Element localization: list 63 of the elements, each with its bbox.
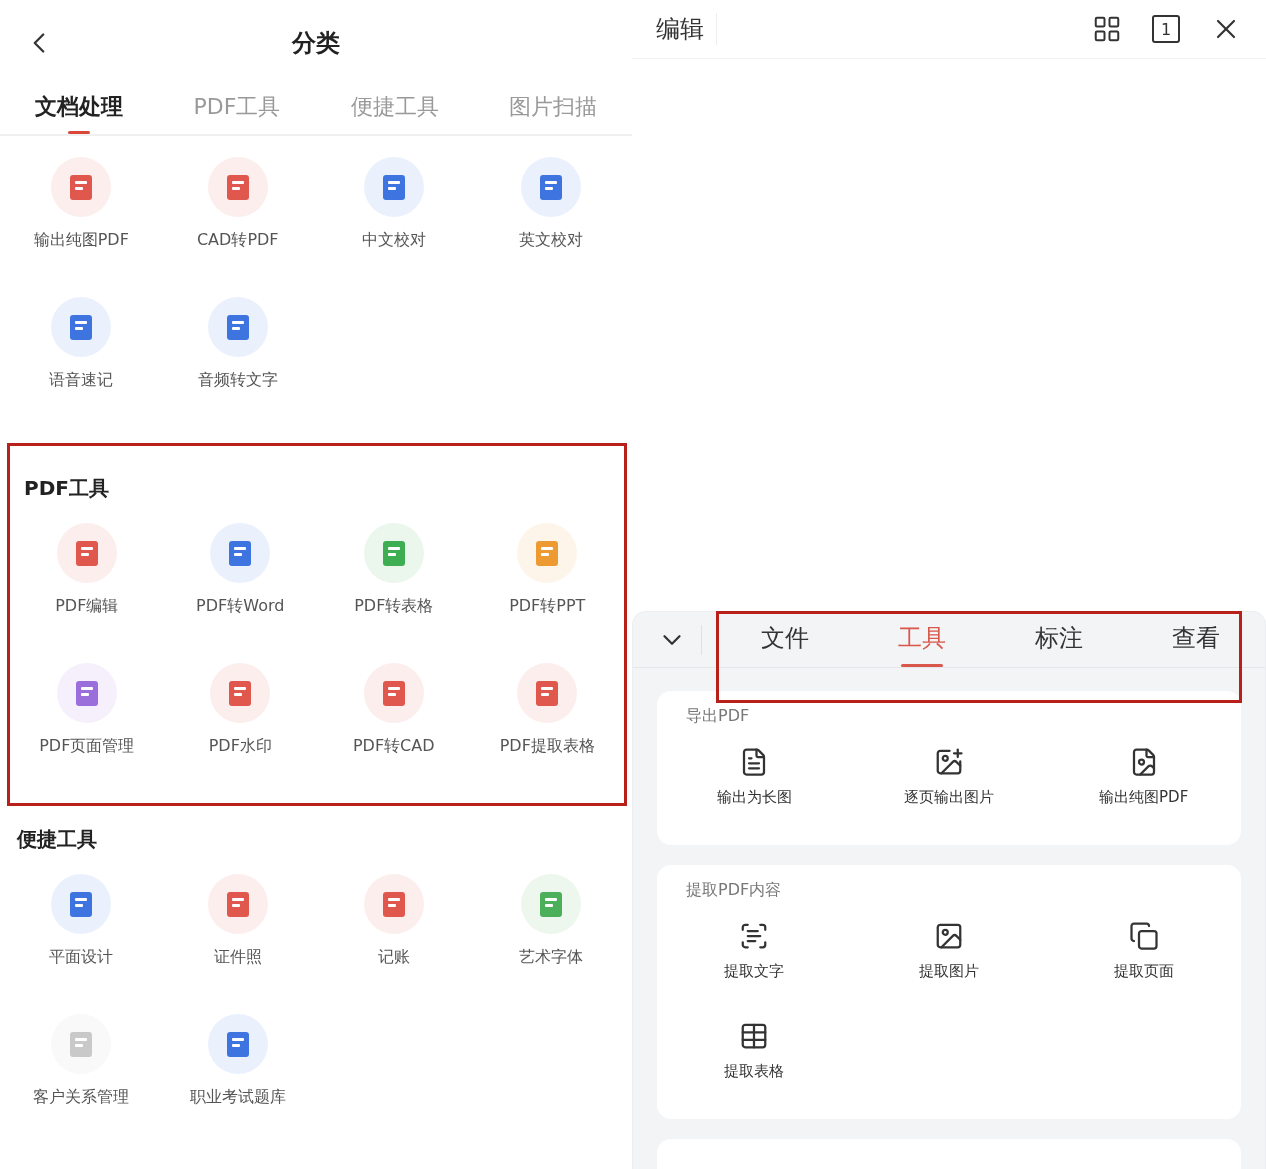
tool-label[interactable]: PDF提取表格	[499, 735, 595, 757]
toolbar-tab[interactable]: 标注	[990, 612, 1128, 667]
tool-label[interactable]: 提取页面	[1113, 961, 1174, 981]
tool-label[interactable]: 语音速记	[49, 369, 114, 391]
image-icon[interactable]	[934, 921, 964, 951]
app-icon	[207, 297, 268, 357]
tool-label[interactable]: 记账	[378, 946, 411, 968]
tool-label[interactable]: 提取文字	[724, 961, 785, 981]
app-icon	[517, 663, 578, 723]
app-icon	[520, 874, 581, 934]
section-title: 便捷工具	[17, 827, 98, 851]
tool-label[interactable]: PDF页面管理	[39, 735, 135, 757]
app-icon	[207, 1014, 268, 1074]
tool-label[interactable]: 输出纯图PDF	[1099, 787, 1189, 807]
app-icon	[210, 523, 271, 583]
tool-label[interactable]: 英文校对	[518, 229, 583, 251]
tool-label[interactable]: CAD转PDF	[196, 229, 279, 251]
image-add-icon[interactable]	[934, 747, 964, 777]
section-title: PDF工具	[24, 476, 110, 500]
toolbar-tab[interactable]: 文件	[716, 612, 854, 667]
edit-title: 编辑	[656, 13, 717, 45]
tool-label[interactable]: 逐页输出图片	[904, 787, 994, 807]
page-title: 分类	[292, 28, 340, 59]
tool-label[interactable]: PDF转CAD	[352, 735, 435, 757]
tool-label[interactable]: 平面设计	[49, 946, 114, 968]
app-icon	[51, 874, 112, 934]
app-icon	[56, 523, 117, 583]
page-number-button[interactable]: 1	[1152, 15, 1180, 43]
tool-label[interactable]: 音频转文字	[197, 369, 278, 391]
tool-label[interactable]: 职业考试题库	[189, 1086, 286, 1108]
app-icon	[207, 157, 268, 217]
card-title: 提取PDF内容	[686, 879, 783, 901]
app-icon	[51, 1014, 112, 1074]
card-title: 导出PDF	[686, 705, 751, 727]
tool-label[interactable]: PDF转Word	[196, 595, 285, 617]
copy-icon[interactable]	[1128, 921, 1159, 951]
tool-label[interactable]: 输出纯图PDF	[33, 229, 129, 251]
app-icon	[363, 523, 424, 583]
toolbar-tab[interactable]: 查看	[1127, 612, 1265, 667]
tool-label[interactable]: 中文校对	[362, 229, 427, 251]
app-icon	[210, 663, 271, 723]
tool-label[interactable]: 艺术字体	[518, 946, 583, 968]
tool-label[interactable]: 客户关系管理	[33, 1086, 130, 1108]
category-tab[interactable]: 文档处理	[0, 86, 158, 134]
tool-label[interactable]: PDF转PPT	[509, 595, 586, 617]
app-icon	[520, 157, 581, 217]
grid-icon[interactable]	[1092, 14, 1122, 44]
toolbar-tab[interactable]: 工具	[853, 612, 991, 667]
app-icon	[517, 523, 578, 583]
tool-label[interactable]: PDF水印	[208, 735, 272, 757]
tool-label[interactable]: 提取表格	[724, 1061, 785, 1081]
app-icon	[364, 157, 425, 217]
tool-label[interactable]: 输出为长图	[716, 787, 792, 807]
tool-label[interactable]: PDF转表格	[354, 595, 434, 617]
app-icon	[363, 663, 424, 723]
tool-label[interactable]: PDF编辑	[55, 595, 119, 617]
tool-label[interactable]: 提取图片	[919, 961, 979, 981]
app-icon	[364, 874, 425, 934]
app-icon	[207, 874, 268, 934]
tool-label[interactable]: 证件照	[213, 946, 262, 968]
app-icon	[51, 297, 112, 357]
app-icon	[51, 157, 112, 217]
app-icon	[56, 663, 117, 723]
